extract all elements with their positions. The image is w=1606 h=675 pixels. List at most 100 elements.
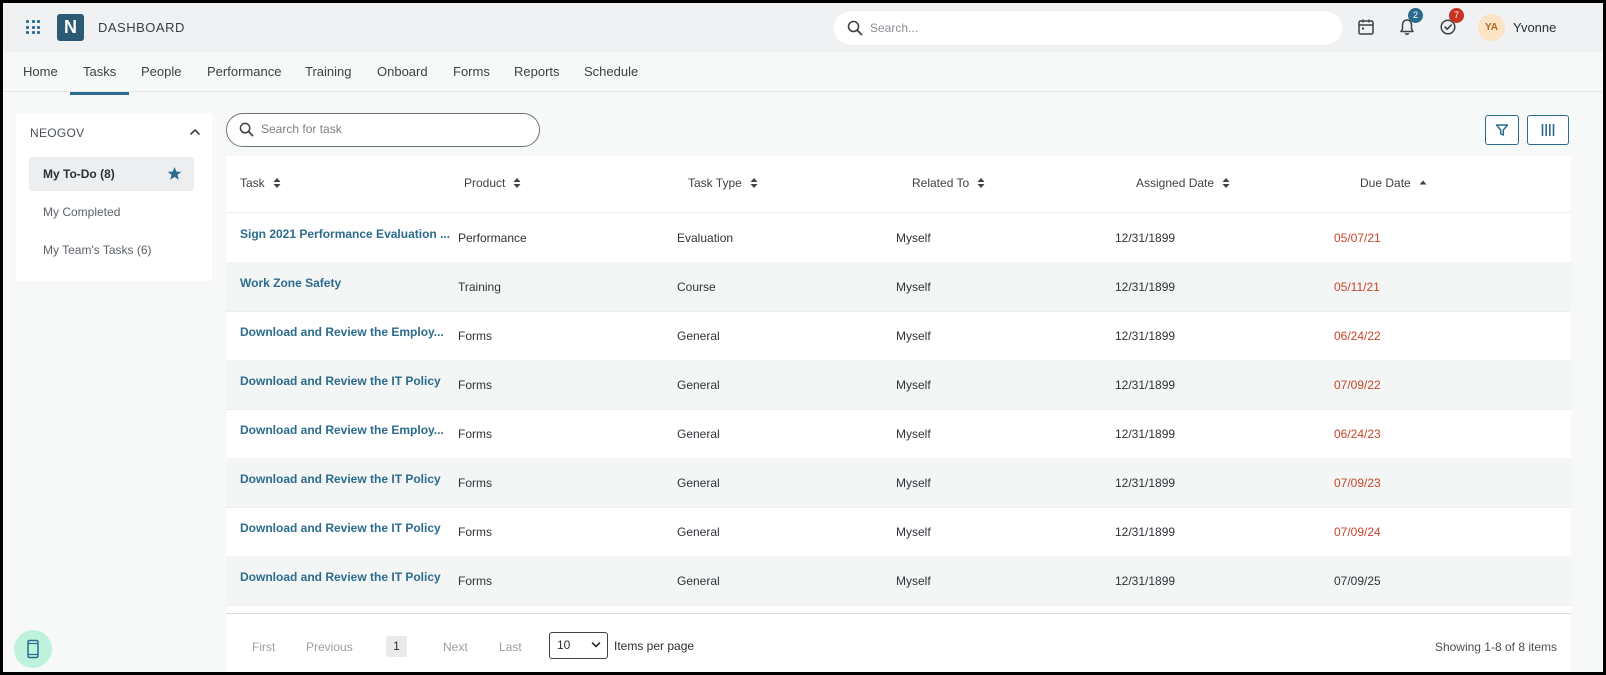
task-type-cell: General bbox=[677, 378, 720, 392]
task-search[interactable] bbox=[226, 113, 540, 147]
product-cell: Forms bbox=[458, 574, 492, 588]
task-link[interactable]: Download and Review the IT Policy bbox=[240, 570, 441, 584]
search-icon bbox=[239, 122, 254, 137]
top-bar: N DASHBOARD 2 7 YA Yvonne bbox=[0, 0, 1606, 52]
task-search-input[interactable] bbox=[261, 122, 521, 136]
column-header-assigned-date[interactable]: Assigned Date bbox=[1136, 176, 1230, 190]
column-header-due-date[interactable]: Due Date bbox=[1360, 176, 1427, 190]
column-header-product[interactable]: Product bbox=[464, 176, 521, 190]
avatar[interactable]: YA bbox=[1478, 14, 1505, 41]
related-to-cell: Myself bbox=[896, 378, 931, 392]
table-row[interactable]: Work Zone Safety Training Course Myself 12/3… bbox=[226, 262, 1571, 312]
table-row[interactable]: Download and Review the Employ... Forms Ge… bbox=[226, 311, 1571, 361]
first-page-button[interactable]: First bbox=[252, 640, 275, 654]
mobile-icon bbox=[27, 639, 39, 659]
product-cell: Forms bbox=[458, 378, 492, 392]
next-page-button[interactable]: Next bbox=[443, 640, 468, 654]
related-to-cell: Myself bbox=[896, 329, 931, 343]
task-link[interactable]: Download and Review the Employ... bbox=[240, 325, 444, 339]
items-per-page-value: 10 bbox=[557, 638, 571, 652]
global-search[interactable] bbox=[834, 11, 1342, 45]
due-date-cell: 05/11/21 bbox=[1334, 280, 1380, 294]
assigned-date-cell: 12/31/1899 bbox=[1115, 476, 1176, 490]
task-link[interactable]: Download and Review the IT Policy bbox=[240, 472, 441, 486]
mobile-app-button[interactable] bbox=[14, 630, 52, 668]
task-link[interactable]: Work Zone Safety bbox=[240, 276, 341, 290]
column-header-related-to[interactable]: Related To bbox=[912, 176, 985, 190]
items-per-page-select[interactable]: 10 bbox=[549, 632, 608, 659]
column-label: Due Date bbox=[1360, 176, 1411, 190]
app-title: DASHBOARD bbox=[98, 20, 185, 35]
tab-reports[interactable]: Reports bbox=[514, 64, 560, 79]
items-per-page-label: Items per page bbox=[614, 639, 695, 653]
table-row[interactable]: Download and Review the IT Policy Forms Ge… bbox=[226, 360, 1571, 410]
product-cell: Forms bbox=[458, 329, 492, 343]
sort-ascending-icon bbox=[1419, 180, 1427, 185]
related-to-cell: Myself bbox=[896, 525, 931, 539]
task-link[interactable]: Download and Review the IT Policy bbox=[240, 374, 441, 388]
task-link[interactable]: Download and Review the Employ... bbox=[240, 423, 444, 437]
tasks-button[interactable]: 7 bbox=[1438, 8, 1464, 37]
sidebar-item-label: My To-Do (8) bbox=[43, 167, 115, 181]
task-link[interactable]: Sign 2021 Performance Evaluation ... bbox=[240, 227, 450, 241]
due-date-cell: 06/24/22 bbox=[1334, 329, 1381, 343]
sort-icon bbox=[513, 178, 521, 188]
task-type-cell: Evaluation bbox=[677, 231, 734, 245]
panel-header: NEOGOV bbox=[30, 126, 85, 140]
table-row[interactable]: Sign 2021 Performance Evaluation ... Perf… bbox=[226, 213, 1571, 263]
app-logo[interactable]: N bbox=[57, 14, 84, 41]
due-date-cell: 06/24/23 bbox=[1334, 427, 1381, 441]
assigned-date-cell: 12/31/1899 bbox=[1115, 329, 1176, 343]
current-page[interactable]: 1 bbox=[386, 636, 407, 657]
tasks-badge: 7 bbox=[1449, 8, 1464, 23]
product-cell: Forms bbox=[458, 427, 492, 441]
tab-people[interactable]: People bbox=[141, 64, 181, 79]
product-cell: Training bbox=[458, 280, 501, 294]
assigned-date-cell: 12/31/1899 bbox=[1115, 525, 1176, 539]
tab-training[interactable]: Training bbox=[305, 64, 351, 79]
apps-grid-icon[interactable] bbox=[26, 20, 40, 34]
column-label: Related To bbox=[912, 176, 970, 190]
table-row[interactable]: Download and Review the Employ... Forms Ge… bbox=[226, 409, 1571, 459]
calendar-icon[interactable] bbox=[1356, 17, 1376, 37]
table-header: Task Product Task Type Related To Assign… bbox=[226, 156, 1571, 213]
sidebar-item-my-todo[interactable]: My To-Do (8) bbox=[29, 157, 194, 191]
global-search-input[interactable] bbox=[870, 21, 1310, 35]
column-label: Task bbox=[240, 176, 265, 190]
tab-home[interactable]: Home bbox=[23, 64, 58, 79]
tab-forms[interactable]: Forms bbox=[453, 64, 490, 79]
star-icon[interactable] bbox=[167, 166, 182, 181]
notifications-button[interactable]: 2 bbox=[1397, 8, 1423, 37]
filter-button[interactable] bbox=[1485, 115, 1519, 145]
chevron-up-icon[interactable] bbox=[189, 126, 201, 138]
previous-page-button[interactable]: Previous bbox=[306, 640, 353, 654]
sidebar-item-label: My Completed bbox=[43, 205, 121, 219]
table-row[interactable]: Download and Review the IT Policy Forms Ge… bbox=[226, 556, 1571, 606]
user-name[interactable]: Yvonne bbox=[1513, 20, 1556, 35]
task-type-cell: General bbox=[677, 574, 720, 588]
sort-icon bbox=[1222, 178, 1230, 188]
task-link[interactable]: Download and Review the IT Policy bbox=[240, 521, 441, 535]
column-header-task[interactable]: Task bbox=[240, 176, 281, 190]
column-header-task-type[interactable]: Task Type bbox=[688, 176, 758, 190]
sidebar-item-my-team-tasks[interactable]: My Team's Tasks (6) bbox=[29, 233, 194, 267]
tab-tasks[interactable]: Tasks bbox=[69, 64, 130, 95]
showing-count: Showing 1-8 of 8 items bbox=[1434, 640, 1557, 654]
columns-button[interactable] bbox=[1527, 115, 1569, 145]
sidebar-item-my-completed[interactable]: My Completed bbox=[29, 195, 194, 229]
assigned-date-cell: 12/31/1899 bbox=[1115, 378, 1176, 392]
tab-schedule[interactable]: Schedule bbox=[584, 64, 638, 79]
tab-performance[interactable]: Performance bbox=[207, 64, 281, 79]
sort-icon bbox=[273, 178, 281, 188]
assigned-date-cell: 12/31/1899 bbox=[1115, 427, 1176, 441]
table-row[interactable]: Download and Review the IT Policy Forms Ge… bbox=[226, 507, 1571, 557]
main-nav: Home Tasks People Performance Training O… bbox=[0, 52, 1606, 95]
assigned-date-cell: 12/31/1899 bbox=[1115, 231, 1176, 245]
table-row[interactable]: Download and Review the IT Policy Forms Ge… bbox=[226, 458, 1571, 508]
task-type-cell: General bbox=[677, 476, 720, 490]
assigned-date-cell: 12/31/1899 bbox=[1115, 280, 1176, 294]
columns-icon bbox=[1541, 124, 1555, 136]
sort-icon bbox=[977, 178, 985, 188]
last-page-button[interactable]: Last bbox=[499, 640, 522, 654]
tab-onboard[interactable]: Onboard bbox=[377, 64, 428, 79]
